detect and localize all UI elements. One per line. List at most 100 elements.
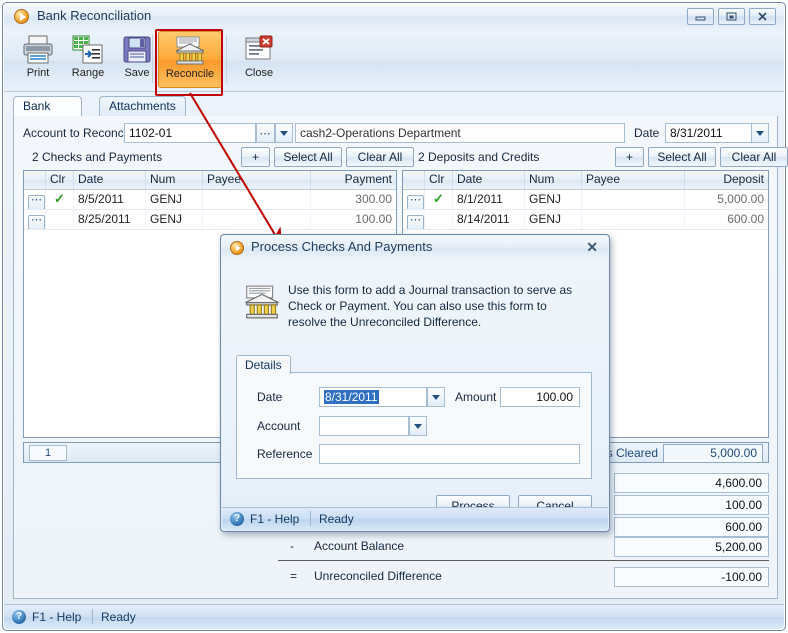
- dialog-account-input[interactable]: [319, 416, 409, 436]
- close-document-icon: [242, 34, 276, 65]
- dialog-tab-details-label: Details: [245, 358, 282, 372]
- check-mark-icon: ✓: [54, 191, 65, 206]
- toolbar-separator: [226, 35, 227, 83]
- dialog-reference-input[interactable]: [319, 444, 580, 464]
- deposits-col-num[interactable]: Num: [525, 171, 582, 189]
- restore-button[interactable]: [718, 8, 745, 25]
- account-lookup-button[interactable]: ⋯: [256, 123, 275, 143]
- checks-col-selector: [24, 171, 46, 189]
- row-menu-cell[interactable]: ⋯: [24, 210, 46, 229]
- checks-col-clr[interactable]: Clr: [46, 171, 74, 189]
- toolbar-label-save: Save: [124, 67, 149, 79]
- row-clr-cell[interactable]: ✓: [425, 190, 453, 209]
- row-deposit-cell: 600.00: [685, 210, 768, 229]
- add-check-button[interactable]: +: [241, 147, 270, 167]
- account-name-display: cash2-Operations Department: [295, 123, 625, 143]
- row-menu-icon[interactable]: ⋯: [28, 215, 45, 229]
- dialog-date-value: 8/31/2011: [324, 390, 379, 404]
- add-deposit-button[interactable]: +: [615, 147, 644, 167]
- dialog-date-input[interactable]: 8/31/2011: [319, 387, 427, 407]
- row-menu-cell[interactable]: ⋯: [403, 190, 425, 209]
- toolbar-button-print[interactable]: Print: [10, 31, 66, 88]
- table-row[interactable]: ⋯ ✓ 8/1/2011 GENJ 5,000.00: [403, 190, 768, 210]
- row-clr-cell[interactable]: [425, 210, 453, 229]
- account-code-input[interactable]: 1102-01: [124, 123, 256, 143]
- select-all-deposits-label: Select All: [657, 150, 706, 164]
- check-mark-icon: ✓: [433, 191, 444, 206]
- row-menu-cell[interactable]: ⋯: [24, 190, 46, 209]
- summary-op-3: -: [290, 539, 294, 553]
- row-deposit-cell: 5,000.00: [685, 190, 768, 209]
- row-menu-icon[interactable]: ⋯: [407, 195, 424, 209]
- help-question-icon[interactable]: ?: [12, 610, 26, 624]
- checks-col-num[interactable]: Num: [146, 171, 203, 189]
- deposits-col-deposit[interactable]: Deposit: [685, 171, 768, 189]
- dialog-app-logo-icon: [230, 241, 244, 255]
- date-label: Date: [634, 126, 659, 140]
- summary-value-2: 600.00: [614, 517, 769, 537]
- select-all-deposits-button[interactable]: Select All: [648, 147, 716, 167]
- window-controls: [687, 8, 776, 25]
- dialog-reference-label: Reference: [257, 447, 312, 461]
- dialog-description: Use this form to add a Journal transacti…: [288, 282, 588, 330]
- dialog-date-dropdown-button[interactable]: [427, 387, 445, 407]
- clear-all-deposits-button[interactable]: Clear All: [720, 147, 788, 167]
- dialog-statusbar-divider: [310, 511, 311, 526]
- floppy-disk-icon: [120, 34, 154, 65]
- dialog-tab-details[interactable]: Details: [236, 355, 291, 374]
- toolbar-button-close[interactable]: Close: [231, 31, 287, 88]
- toolbar-button-range[interactable]: Range: [60, 31, 116, 88]
- row-menu-icon[interactable]: ⋯: [407, 215, 424, 229]
- clear-all-checks-button[interactable]: Clear All: [346, 147, 414, 167]
- dialog-close-icon[interactable]: ✕: [586, 239, 598, 256]
- chevron-down-icon: [414, 424, 422, 429]
- table-row[interactable]: ⋯ ✓ 8/5/2011 GENJ 300.00: [24, 190, 396, 210]
- summary-value-0: 4,600.00: [614, 473, 769, 493]
- window-title: Bank Reconciliation: [37, 8, 151, 23]
- help-question-icon[interactable]: ?: [230, 512, 244, 526]
- dialog-amount-input[interactable]: 100.00: [500, 387, 580, 407]
- account-balance-label: Account Balance: [314, 539, 404, 553]
- dialog-statusbar-status-text: Ready: [319, 512, 354, 526]
- checks-col-payee[interactable]: Payee: [203, 171, 311, 189]
- minimize-button[interactable]: [687, 8, 714, 25]
- row-num-cell: GENJ: [525, 190, 582, 209]
- screenshot-root: Bank Reconciliation: [0, 0, 788, 633]
- chevron-down-icon: [756, 131, 764, 136]
- row-menu-icon[interactable]: ⋯: [28, 195, 45, 209]
- main-toolbar: Print Range: [4, 29, 784, 92]
- tab-bank-accounts[interactable]: Bank Accounts: [13, 96, 82, 116]
- row-clr-cell[interactable]: ✓: [46, 190, 74, 209]
- table-row[interactable]: ⋯ 8/25/2011 GENJ 100.00: [24, 210, 396, 230]
- printer-icon: [21, 34, 55, 65]
- toolbar-label-range: Range: [72, 67, 104, 79]
- row-payment-cell: 300.00: [311, 190, 396, 209]
- tab-attachments[interactable]: Attachments: [99, 96, 186, 116]
- deposits-col-date[interactable]: Date: [453, 171, 525, 189]
- statusbar-help-link[interactable]: F1 - Help: [32, 610, 81, 624]
- row-date-cell: 8/1/2011: [453, 190, 525, 209]
- dialog-account-dropdown-button[interactable]: [409, 416, 427, 436]
- deposits-col-payee[interactable]: Payee: [582, 171, 685, 189]
- summary-divider: [278, 560, 769, 561]
- chevron-down-icon: [432, 395, 440, 400]
- row-menu-cell[interactable]: ⋯: [403, 210, 425, 229]
- summary-value-4: -100.00: [614, 567, 769, 587]
- clear-all-deposits-label: Clear All: [732, 150, 777, 164]
- dialog-statusbar-help-link[interactable]: F1 - Help: [250, 512, 299, 526]
- row-clr-cell[interactable]: [46, 210, 74, 229]
- dialog-account-label: Account: [257, 419, 300, 433]
- checks-col-date[interactable]: Date: [74, 171, 146, 189]
- account-dropdown-button[interactable]: [275, 123, 293, 143]
- row-payee-cell: [203, 190, 311, 209]
- close-button[interactable]: [749, 8, 776, 25]
- deposits-col-clr[interactable]: Clr: [425, 171, 453, 189]
- dialog-title: Process Checks And Payments: [251, 239, 432, 254]
- select-all-checks-button[interactable]: Select All: [274, 147, 342, 167]
- deposits-grid-header: Clr Date Num Payee Deposit: [403, 171, 768, 190]
- table-row[interactable]: ⋯ 8/14/2011 GENJ 600.00: [403, 210, 768, 230]
- reconcile-date-dropdown-button[interactable]: [751, 123, 769, 143]
- tab-attachments-label: Attachments: [109, 99, 176, 113]
- checks-and-payments-title: 2 Checks and Payments: [32, 150, 162, 164]
- checks-col-payment[interactable]: Payment: [311, 171, 396, 189]
